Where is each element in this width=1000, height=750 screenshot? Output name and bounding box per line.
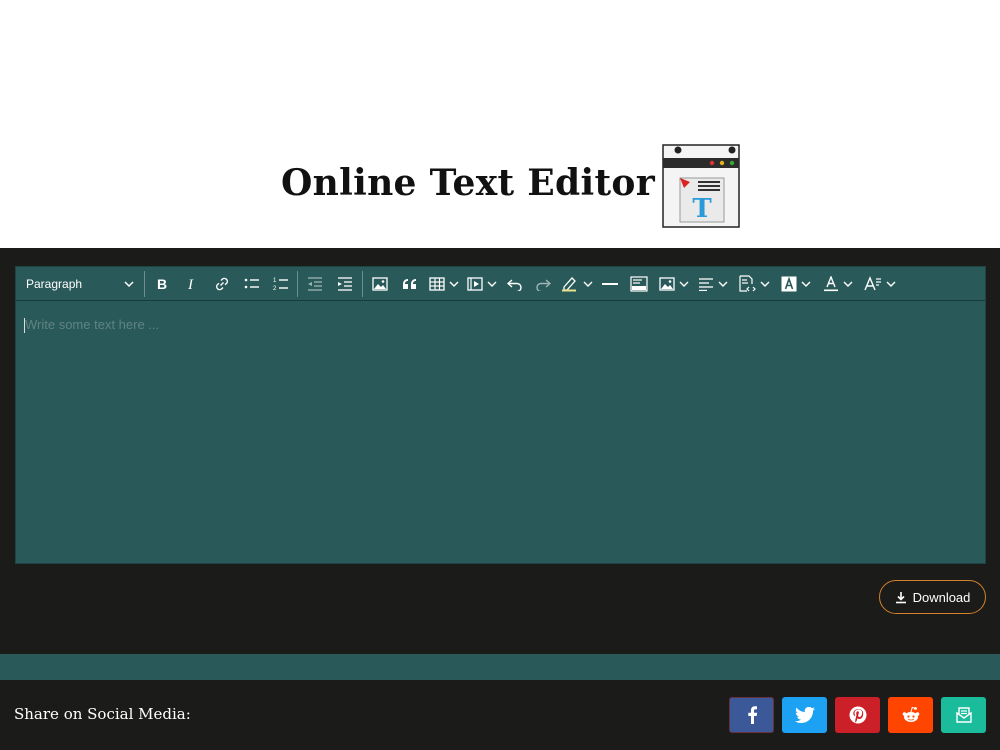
font-size-icon xyxy=(864,275,881,290)
numbered-list-button[interactable]: 12 xyxy=(267,267,295,301)
download-icon xyxy=(895,591,906,603)
html-embed-button[interactable] xyxy=(623,267,655,301)
chevron-down-icon xyxy=(583,281,593,287)
rich-text-editor: Paragraph B I 12 Write some text here ..… xyxy=(15,266,986,564)
font-color-button[interactable] xyxy=(817,267,859,301)
toolbar-separator xyxy=(362,270,363,297)
media-icon xyxy=(467,276,483,291)
svg-text:1: 1 xyxy=(273,278,277,284)
font-background-color-button[interactable] xyxy=(775,267,817,301)
chevron-down-icon xyxy=(886,281,896,287)
quote-icon xyxy=(403,278,416,289)
page-title: Online Text Editor xyxy=(281,162,655,204)
numbered-list-icon: 12 xyxy=(273,278,288,292)
svg-text:B: B xyxy=(157,277,167,291)
chevron-down-icon xyxy=(718,281,728,287)
divider-band xyxy=(0,654,1000,680)
highlight-icon xyxy=(562,276,576,291)
svg-text:2: 2 xyxy=(273,286,277,292)
header: Online Text Editor T xyxy=(0,0,1000,248)
undo-icon xyxy=(507,278,522,291)
paragraph-format-label: Paragraph xyxy=(26,276,83,291)
link-icon xyxy=(216,277,228,290)
toolbar-separator xyxy=(297,270,298,297)
bulleted-list-button[interactable] xyxy=(237,267,267,301)
chevron-down-icon xyxy=(679,281,689,287)
redo-icon xyxy=(536,278,551,291)
redo-button[interactable] xyxy=(529,267,557,301)
horizontal-line-button[interactable] xyxy=(597,267,623,301)
chevron-down-icon xyxy=(449,281,459,287)
insert-media-button[interactable] xyxy=(463,267,501,301)
bulleted-list-icon xyxy=(244,278,259,288)
share-label: Share on Social Media: xyxy=(14,705,191,723)
editor-content-area[interactable]: Write some text here ... xyxy=(16,301,985,563)
source-icon xyxy=(739,274,756,292)
undo-button[interactable] xyxy=(501,267,529,301)
outdent-button[interactable] xyxy=(300,267,330,301)
insert-table-button[interactable] xyxy=(425,267,463,301)
chevron-down-icon xyxy=(801,281,811,287)
editor-toolbar: Paragraph B I 12 xyxy=(16,267,985,301)
svg-text:I: I xyxy=(187,277,194,291)
insert-image-button[interactable] xyxy=(365,267,395,301)
font-background-icon xyxy=(781,276,797,291)
email-share-button[interactable] xyxy=(941,697,986,733)
bold-button[interactable]: B xyxy=(147,267,177,301)
link-button[interactable] xyxy=(207,267,237,301)
facebook-icon xyxy=(747,706,757,724)
horizontal-line-icon xyxy=(602,282,618,285)
chevron-down-icon xyxy=(843,281,853,287)
reddit-share-button[interactable] xyxy=(888,697,933,733)
pinterest-icon xyxy=(849,706,866,724)
editor-placeholder: Write some text here ... xyxy=(25,317,160,332)
italic-icon: I xyxy=(187,277,194,291)
toolbar-separator xyxy=(144,270,145,297)
chevron-down-icon xyxy=(487,281,497,287)
indent-icon xyxy=(338,276,352,291)
logo-letter: T xyxy=(692,194,712,224)
image-icon xyxy=(659,276,675,291)
text-editor-logo-icon: T xyxy=(662,144,740,228)
highlight-button[interactable] xyxy=(557,267,597,301)
facebook-share-button[interactable] xyxy=(729,697,774,733)
image-style-button[interactable] xyxy=(655,267,693,301)
bold-icon: B xyxy=(157,277,167,291)
italic-button[interactable]: I xyxy=(177,267,207,301)
download-label: Download xyxy=(912,589,971,605)
source-editing-button[interactable] xyxy=(733,267,775,301)
font-size-button[interactable] xyxy=(859,267,901,301)
chevron-down-icon xyxy=(124,280,134,287)
block-quote-button[interactable] xyxy=(395,267,425,301)
image-icon xyxy=(372,276,388,291)
align-left-icon xyxy=(699,277,713,291)
pinterest-share-button[interactable] xyxy=(835,697,880,733)
reddit-icon xyxy=(902,706,919,722)
html-embed-icon xyxy=(630,275,648,292)
twitter-share-button[interactable] xyxy=(782,697,827,733)
chevron-down-icon xyxy=(760,281,770,287)
email-icon xyxy=(955,707,972,723)
indent-button[interactable] xyxy=(330,267,360,301)
font-color-icon xyxy=(824,275,838,291)
alignment-button[interactable] xyxy=(693,267,733,301)
table-icon xyxy=(429,276,445,291)
outdent-icon xyxy=(308,276,322,291)
download-button[interactable]: Download xyxy=(879,580,986,614)
twitter-icon xyxy=(794,707,815,723)
paragraph-format-dropdown[interactable]: Paragraph xyxy=(16,267,142,301)
